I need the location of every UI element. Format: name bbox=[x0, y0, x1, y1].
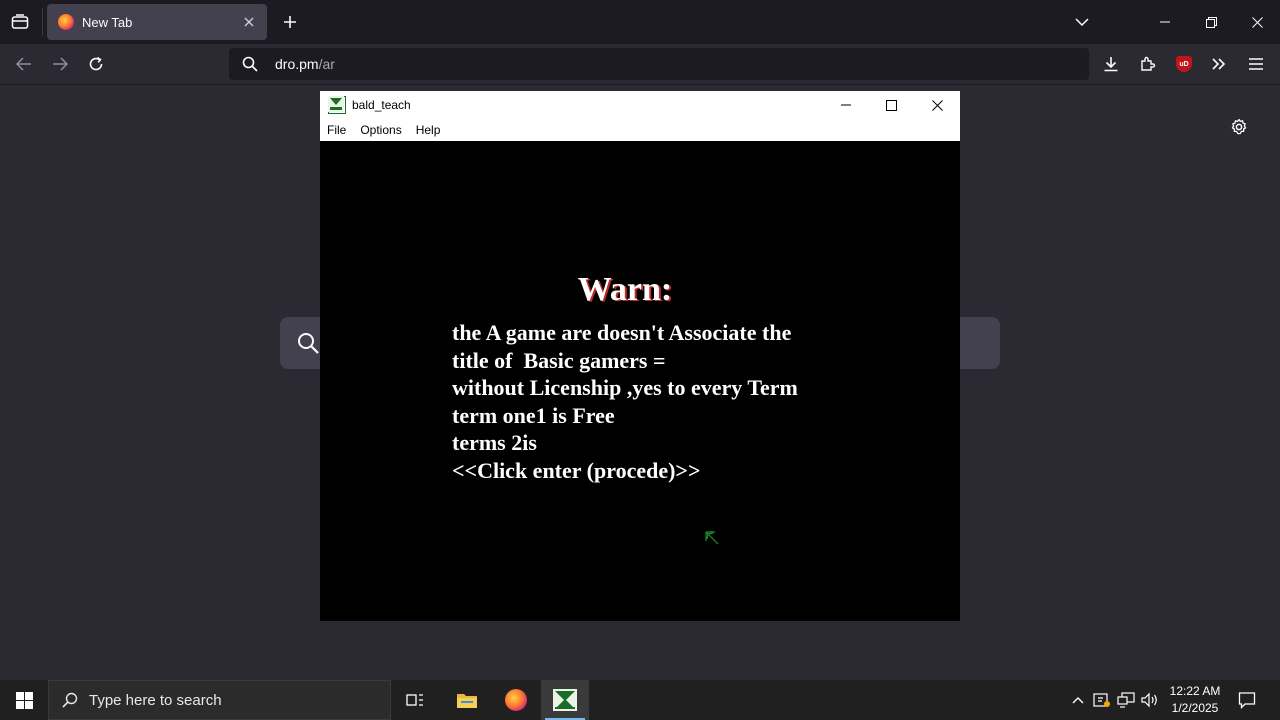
minimize-icon bbox=[1160, 21, 1170, 23]
menu-options[interactable]: Options bbox=[353, 123, 408, 137]
search-icon bbox=[298, 333, 319, 354]
folder-icon bbox=[457, 694, 477, 708]
app-title-bar[interactable]: bald_teach bbox=[320, 91, 960, 119]
speaker-icon bbox=[1141, 692, 1157, 708]
hamburger-menu-icon bbox=[1249, 58, 1263, 70]
network-tray-button[interactable] bbox=[1116, 690, 1136, 710]
reload-button[interactable] bbox=[82, 50, 110, 78]
plus-icon bbox=[284, 16, 296, 28]
ublock-origin-button[interactable]: uD bbox=[1170, 50, 1198, 78]
taskbar: Type here to search 12:22 AM 1/2/2025 bbox=[0, 680, 1280, 720]
app-minimize-button[interactable] bbox=[823, 91, 869, 119]
restore-icon bbox=[1205, 16, 1217, 28]
game-cursor-icon bbox=[705, 531, 719, 545]
chevron-down-icon bbox=[1075, 18, 1089, 26]
windows-logo-icon bbox=[15, 691, 33, 709]
warning-text: the A game are doesn't Associate the titl… bbox=[452, 319, 798, 484]
list-all-tabs-button[interactable] bbox=[1070, 10, 1094, 34]
task-view-icon bbox=[406, 694, 423, 706]
tab-new-tab[interactable]: New Tab bbox=[47, 4, 267, 40]
url-bar[interactable]: dro.pm/ar bbox=[229, 48, 1089, 80]
taskbar-search-box[interactable]: Type here to search bbox=[48, 680, 391, 720]
gear-icon bbox=[1231, 118, 1247, 135]
show-hidden-icons-button[interactable] bbox=[1068, 690, 1088, 710]
security-tray-button[interactable] bbox=[1092, 690, 1112, 710]
download-icon bbox=[1104, 57, 1118, 72]
search-icon bbox=[241, 55, 259, 73]
firefox-view-icon bbox=[11, 14, 29, 29]
browser-nav-bar: dro.pm/ar uD bbox=[0, 44, 1280, 85]
minimize-icon bbox=[841, 104, 851, 106]
game-canvas[interactable]: Warn: the A game are doesn't Associate t… bbox=[320, 141, 960, 621]
browser-minimize-button[interactable] bbox=[1142, 6, 1188, 38]
tab-close-button[interactable] bbox=[239, 12, 259, 32]
tab-title: New Tab bbox=[82, 14, 133, 30]
warning-line: the A game are doesn't Associate the bbox=[452, 320, 792, 345]
firefox-view-button[interactable] bbox=[8, 11, 32, 33]
close-icon bbox=[244, 17, 254, 27]
volume-tray-button[interactable] bbox=[1140, 690, 1160, 710]
browser-close-button[interactable] bbox=[1234, 6, 1280, 38]
firefox-logo-icon bbox=[505, 689, 527, 711]
network-icon bbox=[1117, 692, 1135, 708]
app-logo-icon bbox=[553, 689, 577, 711]
arrow-right-icon bbox=[53, 57, 68, 71]
arrow-left-icon bbox=[16, 57, 31, 71]
start-button[interactable] bbox=[0, 680, 48, 720]
new-tab-settings-button[interactable] bbox=[1226, 114, 1252, 140]
app-logo-icon bbox=[328, 96, 346, 114]
warning-title: Warn: bbox=[577, 271, 673, 308]
taskbar-search-placeholder: Type here to search bbox=[89, 691, 222, 709]
new-tab-button[interactable] bbox=[278, 10, 302, 34]
action-center-button[interactable] bbox=[1232, 680, 1262, 720]
bald-teach-taskbar-button[interactable] bbox=[541, 680, 589, 720]
app-title: bald_teach bbox=[352, 98, 411, 112]
app-maximize-button[interactable] bbox=[868, 91, 914, 119]
puzzle-icon bbox=[1141, 56, 1156, 71]
close-icon bbox=[1251, 16, 1263, 28]
url-host: dro.pm bbox=[275, 56, 319, 72]
downloads-button[interactable] bbox=[1097, 50, 1125, 78]
url-path: /ar bbox=[318, 56, 335, 72]
chevron-up-icon bbox=[1072, 697, 1084, 704]
warning-line: terms 2is bbox=[452, 430, 537, 455]
more-tools-button[interactable] bbox=[1205, 50, 1233, 78]
menu-help[interactable]: Help bbox=[409, 123, 448, 137]
back-button[interactable] bbox=[10, 50, 38, 78]
url-text[interactable]: dro.pm/ar bbox=[275, 56, 335, 72]
firefox-taskbar-button[interactable] bbox=[492, 680, 540, 720]
search-icon bbox=[61, 691, 79, 709]
bald-teach-window: bald_teach File Options Help Warn: the A… bbox=[320, 91, 960, 621]
app-menu-button[interactable] bbox=[1242, 50, 1270, 78]
maximize-icon bbox=[885, 99, 897, 111]
app-menu-bar: File Options Help bbox=[320, 119, 960, 141]
warning-line: without Licenship ,yes to every Term bbox=[452, 375, 798, 400]
forward-button[interactable] bbox=[46, 50, 74, 78]
close-icon bbox=[931, 99, 943, 111]
task-view-button[interactable] bbox=[392, 680, 440, 720]
reload-icon bbox=[89, 56, 103, 71]
warning-line: title of Basic gamers = bbox=[452, 347, 666, 373]
double-chevron-right-icon bbox=[1212, 58, 1226, 70]
browser-restore-button[interactable] bbox=[1188, 6, 1234, 38]
extensions-button[interactable] bbox=[1134, 50, 1162, 78]
browser-tab-bar: New Tab bbox=[0, 0, 1280, 44]
warning-line: <<Click enter (procede)>> bbox=[452, 457, 701, 483]
taskbar-clock[interactable]: 12:22 AM 1/2/2025 bbox=[1162, 683, 1228, 717]
ublock-shield-icon: uD bbox=[1176, 56, 1192, 72]
firefox-logo-icon bbox=[58, 14, 74, 30]
clock-date: 1/2/2025 bbox=[1171, 701, 1219, 715]
notification-icon bbox=[1238, 692, 1256, 709]
app-close-button[interactable] bbox=[914, 91, 960, 119]
menu-file[interactable]: File bbox=[320, 123, 353, 137]
defender-icon bbox=[1093, 693, 1110, 707]
clock-time: 12:22 AM bbox=[1169, 684, 1221, 698]
warning-line: term one1 is Free bbox=[452, 402, 615, 428]
file-explorer-button[interactable] bbox=[443, 680, 491, 720]
tab-separator bbox=[42, 8, 43, 36]
